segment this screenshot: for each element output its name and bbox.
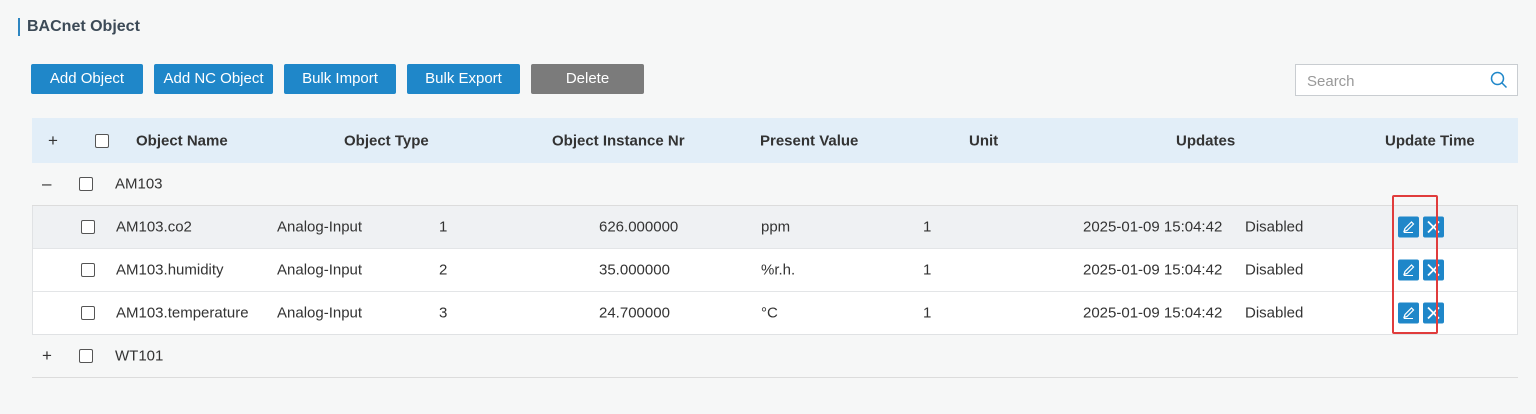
page-header: BACnet Object [18, 18, 140, 36]
cell-instance: 1 [439, 218, 448, 236]
select-all-checkbox[interactable] [95, 133, 109, 148]
col-updates: Updates [1176, 132, 1236, 149]
table-row[interactable]: AM103.temperature Analog-Input 3 24.7000… [33, 292, 1517, 334]
cell-unit: ppm [761, 218, 791, 236]
cell-unit: °C [761, 304, 778, 322]
cell-update-time: 2025-01-09 15:04:42 [1083, 218, 1223, 236]
table-row[interactable]: AM103.humidity Analog-Input 2 35.000000 … [33, 249, 1517, 292]
bulk-import-button[interactable]: Bulk Import [284, 64, 396, 94]
col-present-value: Present Value [760, 132, 859, 149]
table-row[interactable]: AM103.co2 Analog-Input 1 626.000000 ppm … [33, 206, 1517, 249]
bulk-export-button[interactable]: Bulk Export [407, 64, 520, 94]
cell-status: Disabled [1245, 304, 1304, 322]
expand-toggle[interactable]: + [42, 346, 52, 366]
group-children-am103: AM103.co2 Analog-Input 1 626.000000 ppm … [32, 206, 1518, 335]
bacnet-object-table: + Object Name Object Type Object Instanc… [32, 118, 1518, 378]
cell-status: Disabled [1245, 261, 1304, 279]
delete-button[interactable]: Delete [531, 64, 644, 94]
col-object-type: Object Type [344, 132, 429, 149]
cell-update-time: 2025-01-09 15:04:42 [1083, 304, 1223, 322]
page-title: BACnet Object [27, 18, 140, 35]
cell-unit: %r.h. [761, 261, 796, 279]
col-object-instance-nr: Object Instance Nr [552, 132, 685, 149]
add-nc-object-button[interactable]: Add NC Object [154, 64, 273, 94]
cell-present-value: 35.000000 [599, 261, 670, 279]
toolbar: Add Object Add NC Object Bulk Import Bul… [31, 64, 655, 94]
expand-all-toggle[interactable]: + [48, 131, 58, 151]
cell-present-value: 24.700000 [599, 304, 670, 322]
title-accent-bar [18, 18, 20, 36]
cell-object-type: Analog-Input [277, 218, 363, 236]
cell-updates: 1 [923, 218, 932, 236]
cell-object-name: AM103.humidity [116, 261, 224, 279]
group-name: WT101 [115, 347, 164, 365]
cell-updates: 1 [923, 304, 932, 322]
col-object-name: Object Name [136, 132, 228, 149]
group-checkbox[interactable] [79, 177, 93, 191]
row-checkbox[interactable] [81, 306, 95, 320]
group-row-am103[interactable]: – AM103 [32, 163, 1518, 206]
cell-object-type: Analog-Input [277, 261, 363, 279]
collapse-toggle[interactable]: – [42, 174, 51, 194]
row-checkbox[interactable] [81, 263, 95, 277]
row-checkbox[interactable] [81, 220, 95, 234]
search-icon[interactable] [1490, 71, 1508, 94]
search-input[interactable] [1305, 71, 1489, 91]
table-header: + Object Name Object Type Object Instanc… [32, 118, 1518, 163]
cell-object-type: Analog-Input [277, 304, 363, 322]
group-checkbox[interactable] [79, 349, 93, 363]
cell-instance: 3 [439, 304, 448, 322]
cell-object-name: AM103.co2 [116, 218, 192, 236]
add-object-button[interactable]: Add Object [31, 64, 143, 94]
cell-updates: 1 [923, 261, 932, 279]
cell-instance: 2 [439, 261, 448, 279]
cell-present-value: 626.000000 [599, 218, 679, 236]
col-update-time: Update Time [1385, 132, 1475, 149]
col-unit: Unit [969, 132, 999, 149]
highlight-annotation-box [1392, 195, 1438, 334]
group-row-wt101[interactable]: + WT101 [32, 335, 1518, 378]
search-box [1295, 64, 1518, 96]
group-name: AM103 [115, 175, 163, 193]
cell-object-name: AM103.temperature [116, 304, 249, 322]
cell-update-time: 2025-01-09 15:04:42 [1083, 261, 1223, 279]
cell-status: Disabled [1245, 218, 1304, 236]
